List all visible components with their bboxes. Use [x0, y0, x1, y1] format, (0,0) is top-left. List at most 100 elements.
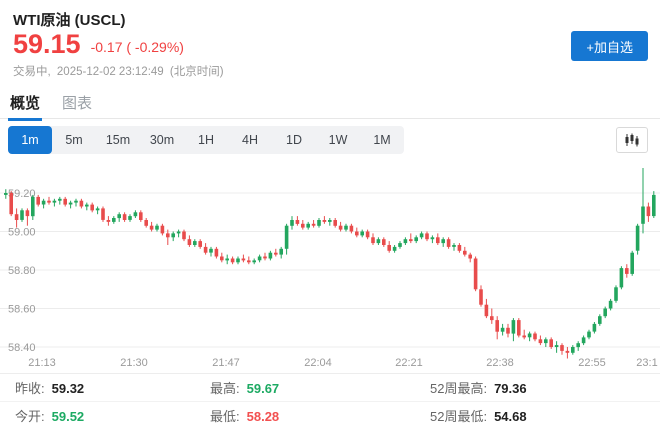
- candle-body: [209, 249, 213, 253]
- candle-body: [360, 232, 364, 236]
- candle-body: [501, 328, 505, 332]
- candle-body: [377, 239, 381, 243]
- candlestick-icon: [624, 133, 640, 147]
- chart-type-button[interactable]: [616, 127, 648, 153]
- candle-body: [279, 249, 283, 255]
- candle-body: [425, 233, 429, 239]
- candle-body: [387, 245, 391, 251]
- candle-body: [371, 237, 375, 243]
- candle-body: [236, 259, 240, 263]
- candle-body: [144, 220, 148, 226]
- trading-status: 交易中, 2025-12-02 23:12:49 (北京时间): [13, 63, 227, 79]
- candle-body: [90, 205, 94, 211]
- candle-body: [317, 220, 321, 226]
- candle-body: [468, 255, 472, 259]
- candle-body: [220, 257, 224, 261]
- candle-body: [485, 305, 489, 317]
- interval-button-1H[interactable]: 1H: [184, 126, 228, 154]
- candle-body: [9, 193, 13, 214]
- candle-body: [333, 220, 337, 226]
- stats-row: 昨收:59.32最高:59.6752周最高: 79.36: [0, 374, 660, 402]
- candle-body: [312, 224, 316, 226]
- chart-toolbar: 1m5m15m30m1H4H1D1W1M: [8, 126, 650, 154]
- x-axis-label: 22:04: [304, 357, 332, 369]
- chart-area[interactable]: 59.2059.0058.8058.6058.4021:1321:3021:47…: [0, 158, 660, 372]
- price-change: -0.17 ( -0.29%): [91, 39, 184, 58]
- candle-body: [517, 320, 521, 335]
- candle-body: [58, 199, 62, 201]
- candle-body: [630, 253, 634, 274]
- stat-value: 59.67: [247, 381, 280, 396]
- candle-body: [382, 239, 386, 245]
- price-row: 59.15 -0.17 ( -0.29%): [13, 31, 184, 58]
- candle-body: [479, 289, 483, 304]
- candle-body: [549, 339, 553, 347]
- candle-body: [128, 216, 132, 220]
- interval-button-1W[interactable]: 1W: [316, 126, 360, 154]
- interval-button-15m[interactable]: 15m: [96, 126, 140, 154]
- add-watchlist-button[interactable]: +加自选: [571, 31, 648, 61]
- y-axis-label: 58.80: [8, 265, 36, 277]
- candle-body: [85, 205, 89, 207]
- stat-value: 79.36: [494, 381, 527, 396]
- tab-chart[interactable]: 图表: [62, 92, 92, 113]
- candle-body: [571, 347, 575, 353]
- candle-body: [533, 334, 537, 340]
- stat-label: 今开:: [15, 409, 45, 424]
- timezone-label: (北京时间): [170, 66, 224, 78]
- candle-body: [96, 208, 100, 210]
- candle-body: [323, 220, 327, 222]
- candle-body: [155, 226, 159, 230]
- candle-body: [26, 210, 30, 216]
- candle-body: [350, 226, 354, 232]
- candle-body: [587, 332, 591, 338]
- candle-body: [74, 201, 78, 203]
- candle-body: [225, 259, 229, 261]
- stats-grid: 昨收:59.32最高:59.6752周最高:79.36今开:59.52最低:58…: [0, 373, 660, 428]
- candle-body: [123, 214, 127, 220]
- candle-body: [452, 245, 456, 247]
- candle-body: [598, 316, 602, 324]
- interval-button-1D[interactable]: 1D: [272, 126, 316, 154]
- candle-body: [522, 336, 526, 338]
- stat-label: 52周最低:: [430, 409, 487, 424]
- stat-最高: 最高:59.67: [210, 378, 430, 397]
- interval-button-30m[interactable]: 30m: [140, 126, 184, 154]
- candle-body: [474, 259, 478, 290]
- candle-body: [247, 260, 251, 262]
- stat-label: 昨收:: [15, 381, 45, 396]
- stat-昨收: 昨收:59.32: [0, 378, 210, 397]
- stat-最低: 最低:58.28: [210, 406, 430, 425]
- candle-body: [404, 239, 408, 243]
- candle-body: [441, 239, 445, 243]
- interval-button-5m[interactable]: 5m: [52, 126, 96, 154]
- candle-body: [101, 208, 105, 220]
- candle-body: [117, 214, 121, 218]
- candle-body: [355, 232, 359, 236]
- candle-body: [150, 226, 154, 230]
- y-axis-label: 59.00: [8, 227, 36, 239]
- candle-body: [344, 226, 348, 230]
- stat-label: 52周最高:: [430, 381, 487, 396]
- candle-body: [458, 245, 462, 251]
- stat-52周最高: 52周最高: 79.36: [430, 378, 660, 397]
- interval-button-1m[interactable]: 1m: [8, 126, 52, 154]
- candle-body: [409, 239, 413, 241]
- candle-body: [285, 226, 289, 249]
- candle-body: [161, 226, 165, 234]
- quote-header: WTI原油 (USCL) 59.15 -0.17 ( -0.29%) 交易中, …: [0, 0, 660, 86]
- candlestick-chart[interactable]: 59.2059.0058.8058.6058.4021:1321:3021:47…: [0, 158, 660, 372]
- interval-button-1M[interactable]: 1M: [360, 126, 404, 154]
- candle-body: [582, 337, 586, 343]
- candle-body: [560, 345, 564, 351]
- candle-body: [177, 232, 181, 234]
- candle-body: [215, 249, 219, 257]
- tab-overview[interactable]: 概览: [10, 92, 40, 113]
- interval-button-4H[interactable]: 4H: [228, 126, 272, 154]
- candle-body: [188, 239, 192, 245]
- candle-body: [134, 212, 138, 216]
- candle-body: [166, 233, 170, 237]
- candle-body: [31, 197, 35, 216]
- candle-body: [393, 247, 397, 251]
- interval-group: 1m5m15m30m1H4H1D1W1M: [8, 126, 404, 154]
